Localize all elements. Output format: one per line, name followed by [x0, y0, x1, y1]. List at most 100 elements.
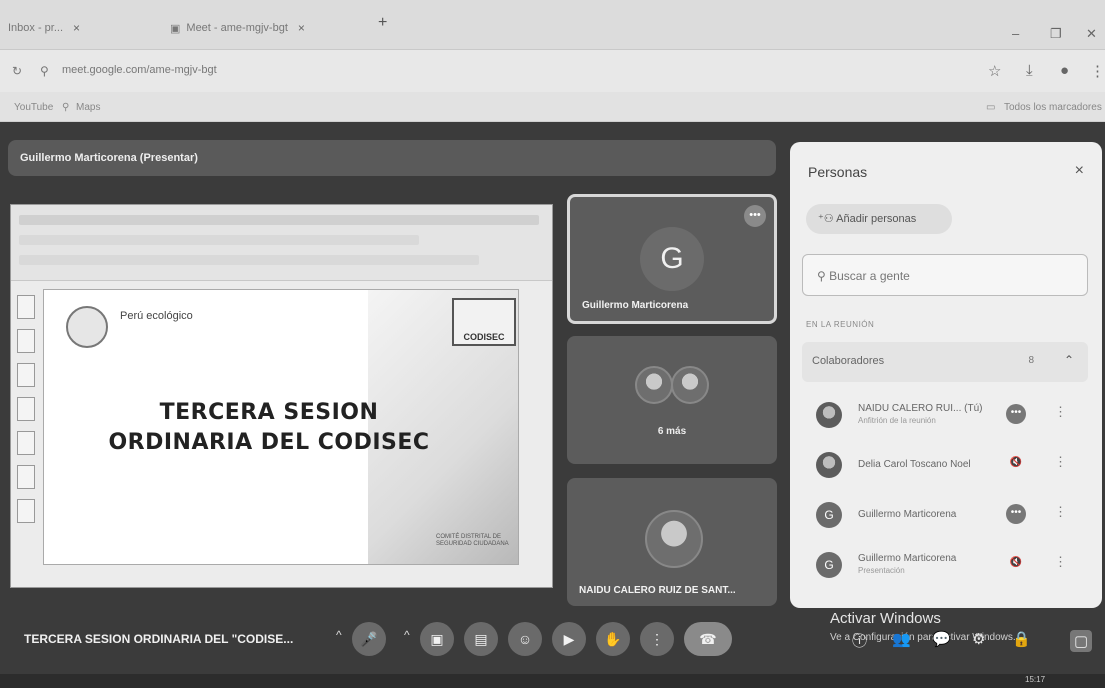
- slide-thumbnail[interactable]: [17, 465, 35, 489]
- slide-thumbnail[interactable]: [17, 329, 35, 353]
- chevron-up-icon[interactable]: ^: [336, 628, 342, 642]
- browser-tab-bar: Inbox - pr... × ▣ Meet - ame-mgjv-bgt × …: [0, 0, 1105, 50]
- slide-thumbnail[interactable]: [17, 499, 35, 523]
- participant-name: NAIDU CALERO RUIZ DE SANT...: [579, 585, 736, 596]
- presenter-label: Guillermo Marticorena (Presentar): [8, 140, 776, 176]
- close-window-icon[interactable]: ✕: [1086, 26, 1097, 42]
- download-icon[interactable]: ⤓: [1026, 62, 1033, 79]
- windows-taskbar: 15:17: [0, 674, 1105, 688]
- captions-button[interactable]: ▤: [464, 622, 498, 656]
- chevron-up-icon[interactable]: ^: [404, 628, 410, 642]
- slide-thumbnail[interactable]: [17, 363, 35, 387]
- tab-meet[interactable]: ▣ Meet - ame-mgjv-bgt ×: [170, 14, 370, 42]
- group-label: Colaboradores: [812, 355, 885, 367]
- avatar: [816, 452, 842, 478]
- star-icon[interactable]: ☆: [988, 62, 1001, 80]
- add-people-button[interactable]: ⁺⚇ Añadir personas: [806, 204, 952, 234]
- search-people-input[interactable]: ⚲ Buscar a gente: [802, 254, 1088, 296]
- participant-name: Guillermo Marticorena: [858, 509, 957, 520]
- add-person-icon: ⁺⚇: [818, 213, 837, 225]
- more-options-button[interactable]: ⋮: [640, 622, 674, 656]
- section-label: EN LA REUNIÓN: [806, 320, 875, 329]
- codisec-badge: CODISEC: [452, 298, 516, 346]
- participant-tile[interactable]: G ••• Guillermo Marticorena: [567, 194, 777, 324]
- mic-off-icon: 🔇: [1009, 457, 1023, 468]
- site-info-icon[interactable]: ⚲: [40, 64, 49, 78]
- tab-inbox[interactable]: Inbox - pr... ×: [8, 14, 148, 42]
- url-field[interactable]: meet.google.com/ame-mgjv-bgt: [62, 64, 217, 76]
- slide-brand: Perú ecológico: [120, 310, 193, 322]
- municipal-crest-icon: [66, 306, 108, 348]
- present-button[interactable]: ▶: [552, 622, 586, 656]
- reload-icon[interactable]: ↻: [12, 64, 22, 78]
- folder-icon: ▭: [986, 102, 996, 113]
- speaking-indicator-icon: •••: [1006, 504, 1026, 524]
- restore-icon[interactable]: ❐: [1050, 26, 1062, 42]
- current-slide: Perú ecológico CODISEC TERCERA SESION OR…: [43, 289, 519, 565]
- avatar: [816, 402, 842, 428]
- microphone-button[interactable]: 🎤: [352, 622, 386, 656]
- more-options-icon[interactable]: ⋮: [1054, 404, 1067, 420]
- more-options-icon[interactable]: ⋮: [1054, 504, 1067, 520]
- chevron-up-icon[interactable]: ⌃: [1064, 353, 1074, 367]
- search-placeholder: Buscar a gente: [829, 269, 910, 283]
- participant-name: Delia Carol Toscano Noel: [858, 459, 971, 470]
- participant-tile[interactable]: NAIDU CALERO RUIZ DE SANT...: [567, 478, 777, 606]
- ribbon-tools: [19, 235, 419, 245]
- participant-row[interactable]: G Guillermo Marticorena Presentación 🔇 ⋮: [802, 544, 1088, 588]
- close-tab-icon[interactable]: ×: [73, 21, 80, 35]
- participant-name: Guillermo Marticorena: [582, 300, 689, 311]
- participant-tile-more[interactable]: 6 más: [567, 336, 777, 464]
- mic-off-icon: 🔇: [1009, 557, 1023, 568]
- avatar: [645, 510, 703, 568]
- participant-name: NAIDU CALERO RUI... (Tú): [858, 403, 983, 414]
- bookmark-maps[interactable]: Maps: [76, 102, 100, 113]
- shared-screen: Perú ecológico CODISEC TERCERA SESION OR…: [10, 204, 553, 588]
- avatar: [671, 366, 709, 404]
- participant-row[interactable]: Delia Carol Toscano Noel 🔇 ⋮: [802, 444, 1088, 488]
- people-panel: Personas × ⁺⚇ Añadir personas ⚲ Buscar a…: [790, 142, 1102, 608]
- more-options-icon[interactable]: •••: [744, 205, 766, 227]
- avatar: G: [816, 552, 842, 578]
- bookmark-youtube[interactable]: YouTube: [14, 102, 53, 113]
- bookmarks-bar: YouTube ⚲ Maps ▭ Todos los marcadores: [0, 92, 1105, 122]
- profile-avatar-icon[interactable]: ●: [1060, 62, 1069, 79]
- info-icon[interactable]: ⓘ: [852, 630, 867, 651]
- address-bar: ↻ ⚲ meet.google.com/ame-mgjv-bgt ☆ ⤓ ● ⋮: [0, 50, 1105, 92]
- calendar-icon[interactable]: ▢: [1070, 630, 1093, 652]
- all-bookmarks[interactable]: Todos los marcadores: [1004, 102, 1102, 113]
- panel-title: Personas: [808, 164, 868, 180]
- leave-call-button[interactable]: ☎: [684, 622, 732, 656]
- meet-stage: Guillermo Marticorena (Presentar) Perú e…: [0, 122, 1105, 688]
- menu-icon[interactable]: ⋮: [1090, 62, 1105, 80]
- host-controls-icon[interactable]: 🔒: [1012, 630, 1031, 648]
- raise-hand-button[interactable]: ✋: [596, 622, 630, 656]
- avatar: G: [816, 502, 842, 528]
- slide-thumbnail[interactable]: [17, 397, 35, 421]
- slide-footnote: COMITÉ DISTRITAL DE SEGURIDAD CIUDADANA: [436, 534, 509, 547]
- close-tab-icon[interactable]: ×: [298, 21, 305, 35]
- participant-role: Presentación: [858, 566, 905, 575]
- chat-icon[interactable]: 💬: [932, 630, 951, 648]
- close-icon[interactable]: ×: [1075, 162, 1084, 180]
- participant-name: Guillermo Marticorena: [858, 553, 957, 564]
- activities-icon[interactable]: ⚙: [972, 630, 985, 648]
- clock: 15:17: [1025, 675, 1046, 684]
- emoji-button[interactable]: ☺: [508, 622, 542, 656]
- more-options-icon[interactable]: ⋮: [1054, 554, 1067, 570]
- meeting-title: TERCERA SESION ORDINARIA DEL "CODISE...: [24, 632, 294, 646]
- ribbon-tabs: [19, 215, 539, 225]
- minimize-icon[interactable]: –: [1012, 26, 1019, 41]
- new-tab-button[interactable]: +: [378, 14, 387, 32]
- slide-thumbnail[interactable]: [17, 431, 35, 455]
- ribbon-tools-2: [19, 255, 479, 265]
- more-options-icon[interactable]: ⋮: [1054, 454, 1067, 470]
- participant-row[interactable]: G Guillermo Marticorena ••• ⋮: [802, 494, 1088, 538]
- participant-row[interactable]: NAIDU CALERO RUI... (Tú) Anfitrión de la…: [802, 394, 1088, 438]
- powerpoint-ribbon: [11, 205, 552, 281]
- people-icon[interactable]: 👥: [892, 630, 911, 648]
- collaborators-group[interactable]: Colaboradores 8 ⌃: [802, 342, 1088, 382]
- more-participants-count: 6 más: [657, 426, 687, 437]
- camera-button[interactable]: ▣: [420, 622, 454, 656]
- slide-thumbnail[interactable]: [17, 295, 35, 319]
